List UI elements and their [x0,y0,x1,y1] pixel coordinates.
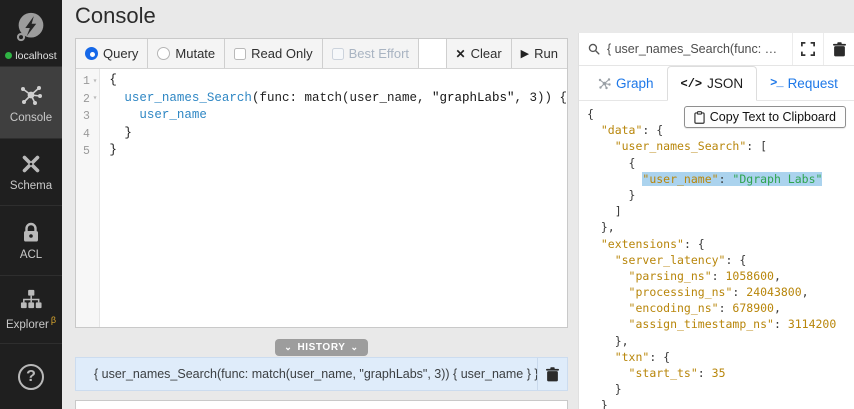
read-only-label: Read Only [251,46,313,61]
lock-icon [24,222,38,241]
result-header: { user_names_Search(func: match(... [579,33,854,66]
query-radio-option[interactable]: Query [76,39,149,68]
json-response-view: { "data": { "user_names_Search": [ { "us… [579,101,854,409]
chevron-down-icon: ⌄ [350,342,359,352]
result-delete-button[interactable] [823,33,854,65]
tab-request-label: Request [787,75,838,91]
trash-icon [546,366,559,381]
page-title: Console [75,3,156,28]
sidebar-item-label: Schema [9,180,53,192]
search-icon [588,43,600,55]
editor-gutter: 1 ▾ 2 ▾ 3 4 5 [76,69,101,327]
tab-request[interactable]: >_ Request [757,66,851,100]
clear-button[interactable]: ✕ Clear [446,39,512,68]
copy-button-label: Copy Text to Clipboard [709,110,836,124]
fullscreen-button[interactable] [792,33,823,65]
tab-json-label: JSON [707,76,744,91]
copy-to-clipboard-button[interactable]: Copy Text to Clipboard [683,106,846,128]
history-entry-text: { user_names_Search(func: match(user_nam… [94,367,537,381]
result-query-summary[interactable]: { user_names_Search(func: match(... [579,33,792,65]
editor-toolbar: Query Mutate Read Only Best Effort ✕ Cle… [76,39,567,69]
mutate-radio-label: Mutate [175,46,216,61]
radio-on-icon[interactable] [85,47,98,60]
clear-x-icon: ✕ [455,46,466,61]
radio-off-icon[interactable] [157,47,171,60]
console-graph-icon [21,85,42,105]
sidebar-item-label: Explorer β [5,315,56,331]
sidebar-item-explorer[interactable]: Explorer β [0,276,62,344]
sidebar: localhost Console Schema ACL Explorer β … [0,0,62,409]
result-tabs: Graph </> JSON >_ Request [579,66,854,101]
schema-tools-icon [22,155,40,173]
trash-icon [832,41,846,56]
toolbar-spacer [419,39,447,68]
run-button-label: Run [534,46,558,61]
checkbox-icon[interactable] [234,47,247,60]
code-brackets-icon: </> [680,76,703,91]
mutate-radio-option[interactable]: Mutate [148,39,226,68]
sitemap-icon [20,289,42,309]
editor-code-area[interactable]: { user_names_Search(func: match(user_nam… [100,69,567,327]
sidebar-item-console[interactable]: Console [0,67,62,139]
sidebar-item-label: ACL [19,248,43,261]
history-label: HISTORY [297,342,346,354]
run-button[interactable]: ▶ Run [511,39,567,68]
tab-graph-label: Graph [616,75,654,91]
next-history-entry-partial[interactable] [75,400,568,409]
json-lines: { "data": { "user_names_Search": [ { "us… [587,107,837,409]
query-radio-label: Query [103,46,139,61]
terminal-prompt-icon: >_ [770,76,783,90]
history-delete-button[interactable] [537,358,567,390]
server-label: localhost [15,49,57,62]
best-effort-label: Best Effort [348,46,410,61]
beta-badge: β [50,315,56,326]
best-effort-checkbox-option[interactable]: Best Effort [322,39,420,68]
tab-json[interactable]: </> JSON [666,66,758,101]
code-editor[interactable]: 1 ▾ 2 ▾ 3 4 5 { user_names_Search(func: match(… [76,69,567,327]
sidebar-item-schema[interactable]: Schema [0,139,62,206]
sidebar-item-help[interactable]: ? [0,344,62,409]
read-only-checkbox-option[interactable]: Read Only [225,39,323,68]
dgraph-logo-icon [16,12,44,41]
app-window: localhost Console Schema ACL Explorer β … [0,0,854,409]
chevron-down-icon: ⌄ [284,342,293,352]
help-icon: ? [18,363,44,390]
sidebar-brand[interactable]: localhost [0,0,62,67]
query-editor-card: Query Mutate Read Only Best Effort ✕ Cle… [75,38,568,328]
checkbox-disabled-icon [331,47,344,60]
history-toggle-button[interactable]: ⌄ HISTORY ⌄ [275,339,368,357]
tab-graph[interactable]: Graph [585,66,667,100]
history-entry-row[interactable]: { user_names_Search(func: match(user_nam… [75,357,568,391]
history-pill-row: ⌄ HISTORY ⌄ [75,337,568,357]
sidebar-item-label: Console [9,111,53,124]
play-icon: ▶ [520,48,530,60]
result-panel: { user_names_Search(func: match(... [578,33,854,409]
clear-button-label: Clear [470,46,502,61]
connection-status-dot [5,52,13,59]
history-entry[interactable]: { user_names_Search(func: match(user_nam… [76,358,537,390]
result-query-text: { user_names_Search(func: match(... [606,42,783,56]
sidebar-item-acl[interactable]: ACL [0,206,62,276]
graph-icon [598,77,611,89]
clipboard-icon [694,110,705,124]
fullscreen-icon [801,42,815,56]
